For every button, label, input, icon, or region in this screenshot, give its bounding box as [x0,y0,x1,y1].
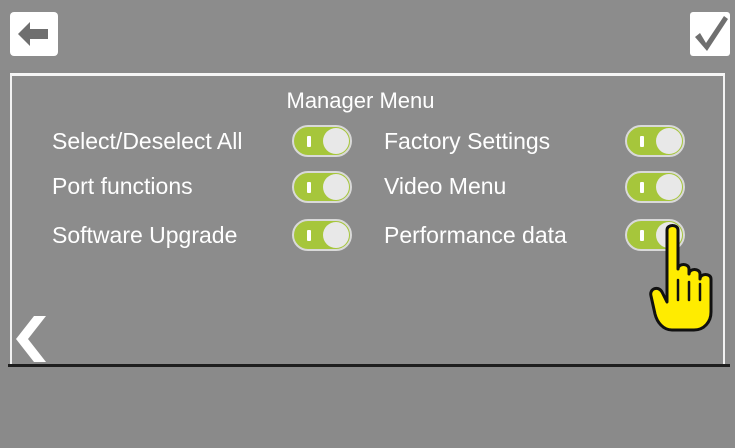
hand-pointer-icon [648,222,730,336]
option-video-menu: Video Menu [384,171,624,207]
previous-page-button[interactable] [14,314,48,364]
option-label: Select/Deselect All [52,128,243,154]
toggle-on-mark [640,230,644,241]
bottom-area [0,367,735,448]
toggle-knob [656,128,682,154]
option-factory-settings: Factory Settings [384,126,624,162]
checkmark-icon [695,16,728,51]
toggle-port-functions[interactable] [292,171,352,203]
option-label: Performance data [384,222,567,248]
back-button[interactable] [10,12,58,56]
option-label: Software Upgrade [52,222,238,248]
toggle-knob [656,174,682,200]
menu-title-text: Manager Menu [286,88,435,113]
manager-menu-screen: Manager Menu Select/Deselect All Factory… [0,0,735,448]
option-software-upgrade: Software Upgrade [52,220,292,256]
toggle-on-mark [307,230,311,241]
toggle-on-mark [640,182,644,193]
top-bar [0,0,735,70]
option-port-functions: Port functions [52,171,292,207]
toggle-on-mark [307,182,311,193]
toggle-knob [323,222,349,248]
arrow-left-icon [18,22,48,46]
toggle-knob [323,174,349,200]
menu-title: Manager Menu [0,88,735,114]
chevron-left-icon [16,316,46,362]
option-label: Video Menu [384,173,507,199]
toggle-on-mark [640,136,644,147]
option-performance-data: Performance data [384,220,624,256]
toggle-factory-settings[interactable] [625,125,685,157]
toggle-video-menu[interactable] [625,171,685,203]
toggle-on-mark [307,136,311,147]
toggle-select-deselect-all[interactable] [292,125,352,157]
option-label: Port functions [52,173,193,199]
confirm-button[interactable] [690,12,730,56]
option-label: Factory Settings [384,128,551,154]
toggle-knob [323,128,349,154]
toggle-software-upgrade[interactable] [292,219,352,251]
